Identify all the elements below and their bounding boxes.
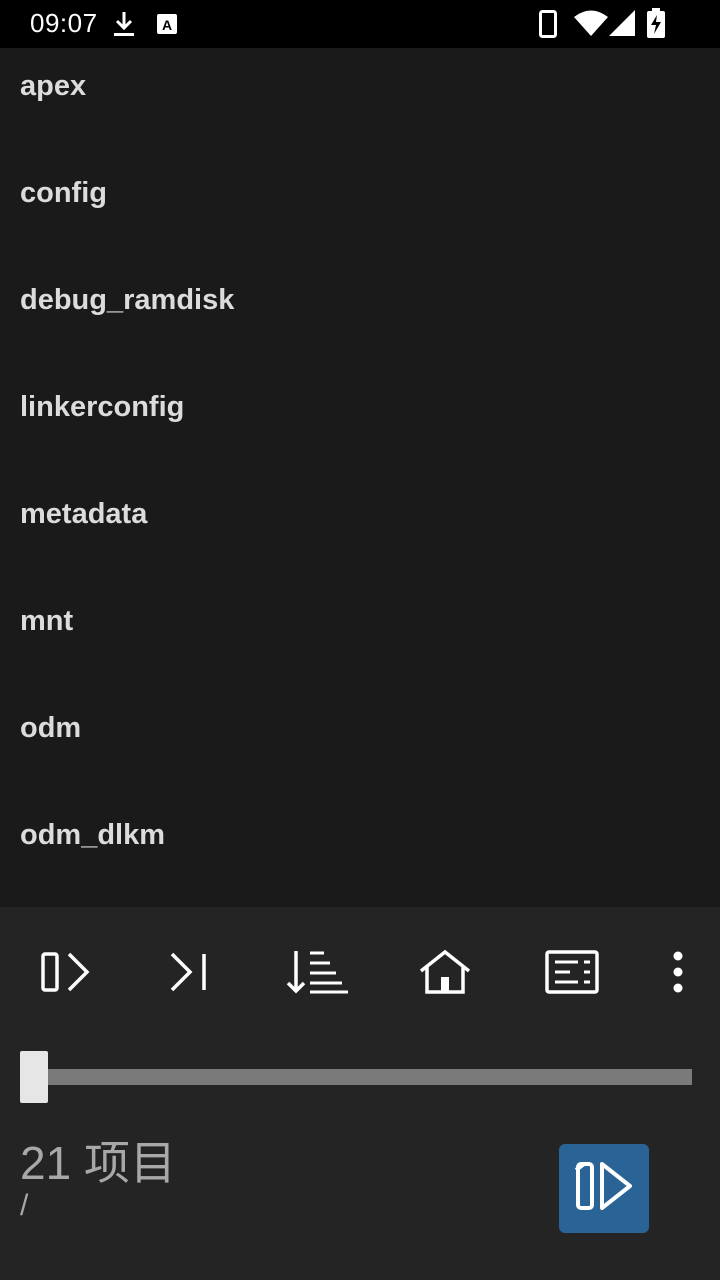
bottom-panel: 21 项目 / bbox=[0, 907, 720, 1280]
file-name: debug_ramdisk bbox=[20, 284, 235, 316]
list-item[interactable]: metadata bbox=[0, 476, 720, 583]
file-name: linkerconfig bbox=[20, 391, 185, 423]
file-name: config bbox=[20, 177, 107, 209]
skip-to-end-icon bbox=[166, 950, 212, 999]
more-vert-icon bbox=[671, 949, 685, 1000]
scroll-slider-track[interactable] bbox=[30, 1069, 692, 1085]
status-bar: 09:07 A bbox=[0, 0, 720, 48]
list-item[interactable]: odm bbox=[0, 690, 720, 797]
open-panel-icon bbox=[33, 950, 93, 999]
file-name: mnt bbox=[20, 605, 74, 637]
sort-icon bbox=[284, 949, 350, 1000]
list-item[interactable]: linkerconfig bbox=[0, 369, 720, 476]
details-icon bbox=[544, 949, 600, 1000]
list-item[interactable]: mnt bbox=[0, 583, 720, 690]
file-list: apex config debug_ramdisk linkerconfig m… bbox=[0, 48, 720, 907]
current-path: / bbox=[20, 1189, 29, 1222]
list-item[interactable]: config bbox=[0, 155, 720, 262]
home-icon bbox=[417, 949, 473, 1000]
list-item[interactable]: apex bbox=[0, 48, 720, 155]
phone-icon bbox=[539, 10, 557, 43]
dual-pane-icon bbox=[572, 1158, 636, 1219]
list-item[interactable]: debug_ramdisk bbox=[0, 262, 720, 369]
svg-text:A: A bbox=[162, 17, 172, 33]
status-time: 09:07 bbox=[30, 8, 98, 38]
file-name: odm bbox=[20, 712, 82, 744]
sort-button[interactable] bbox=[282, 945, 352, 1003]
file-name: metadata bbox=[20, 498, 148, 530]
file-name: odm_dlkm bbox=[20, 819, 166, 851]
battery-charging-icon bbox=[646, 8, 666, 43]
skip-to-end-button[interactable] bbox=[154, 945, 224, 1003]
wifi-icon bbox=[574, 10, 608, 41]
details-button[interactable] bbox=[537, 945, 607, 1003]
download-icon bbox=[112, 10, 136, 43]
more-options-button[interactable] bbox=[643, 945, 713, 1003]
item-count: 21 项目 bbox=[20, 1137, 176, 1189]
file-name: apex bbox=[20, 70, 87, 102]
open-panel-button[interactable] bbox=[28, 945, 98, 1003]
home-button[interactable] bbox=[410, 945, 480, 1003]
scroll-slider-thumb[interactable] bbox=[20, 1051, 48, 1103]
a-box-icon: A bbox=[157, 14, 177, 39]
dual-pane-button[interactable] bbox=[559, 1144, 649, 1233]
signal-icon bbox=[609, 10, 635, 41]
list-item[interactable]: odm_dlkm bbox=[0, 797, 720, 904]
